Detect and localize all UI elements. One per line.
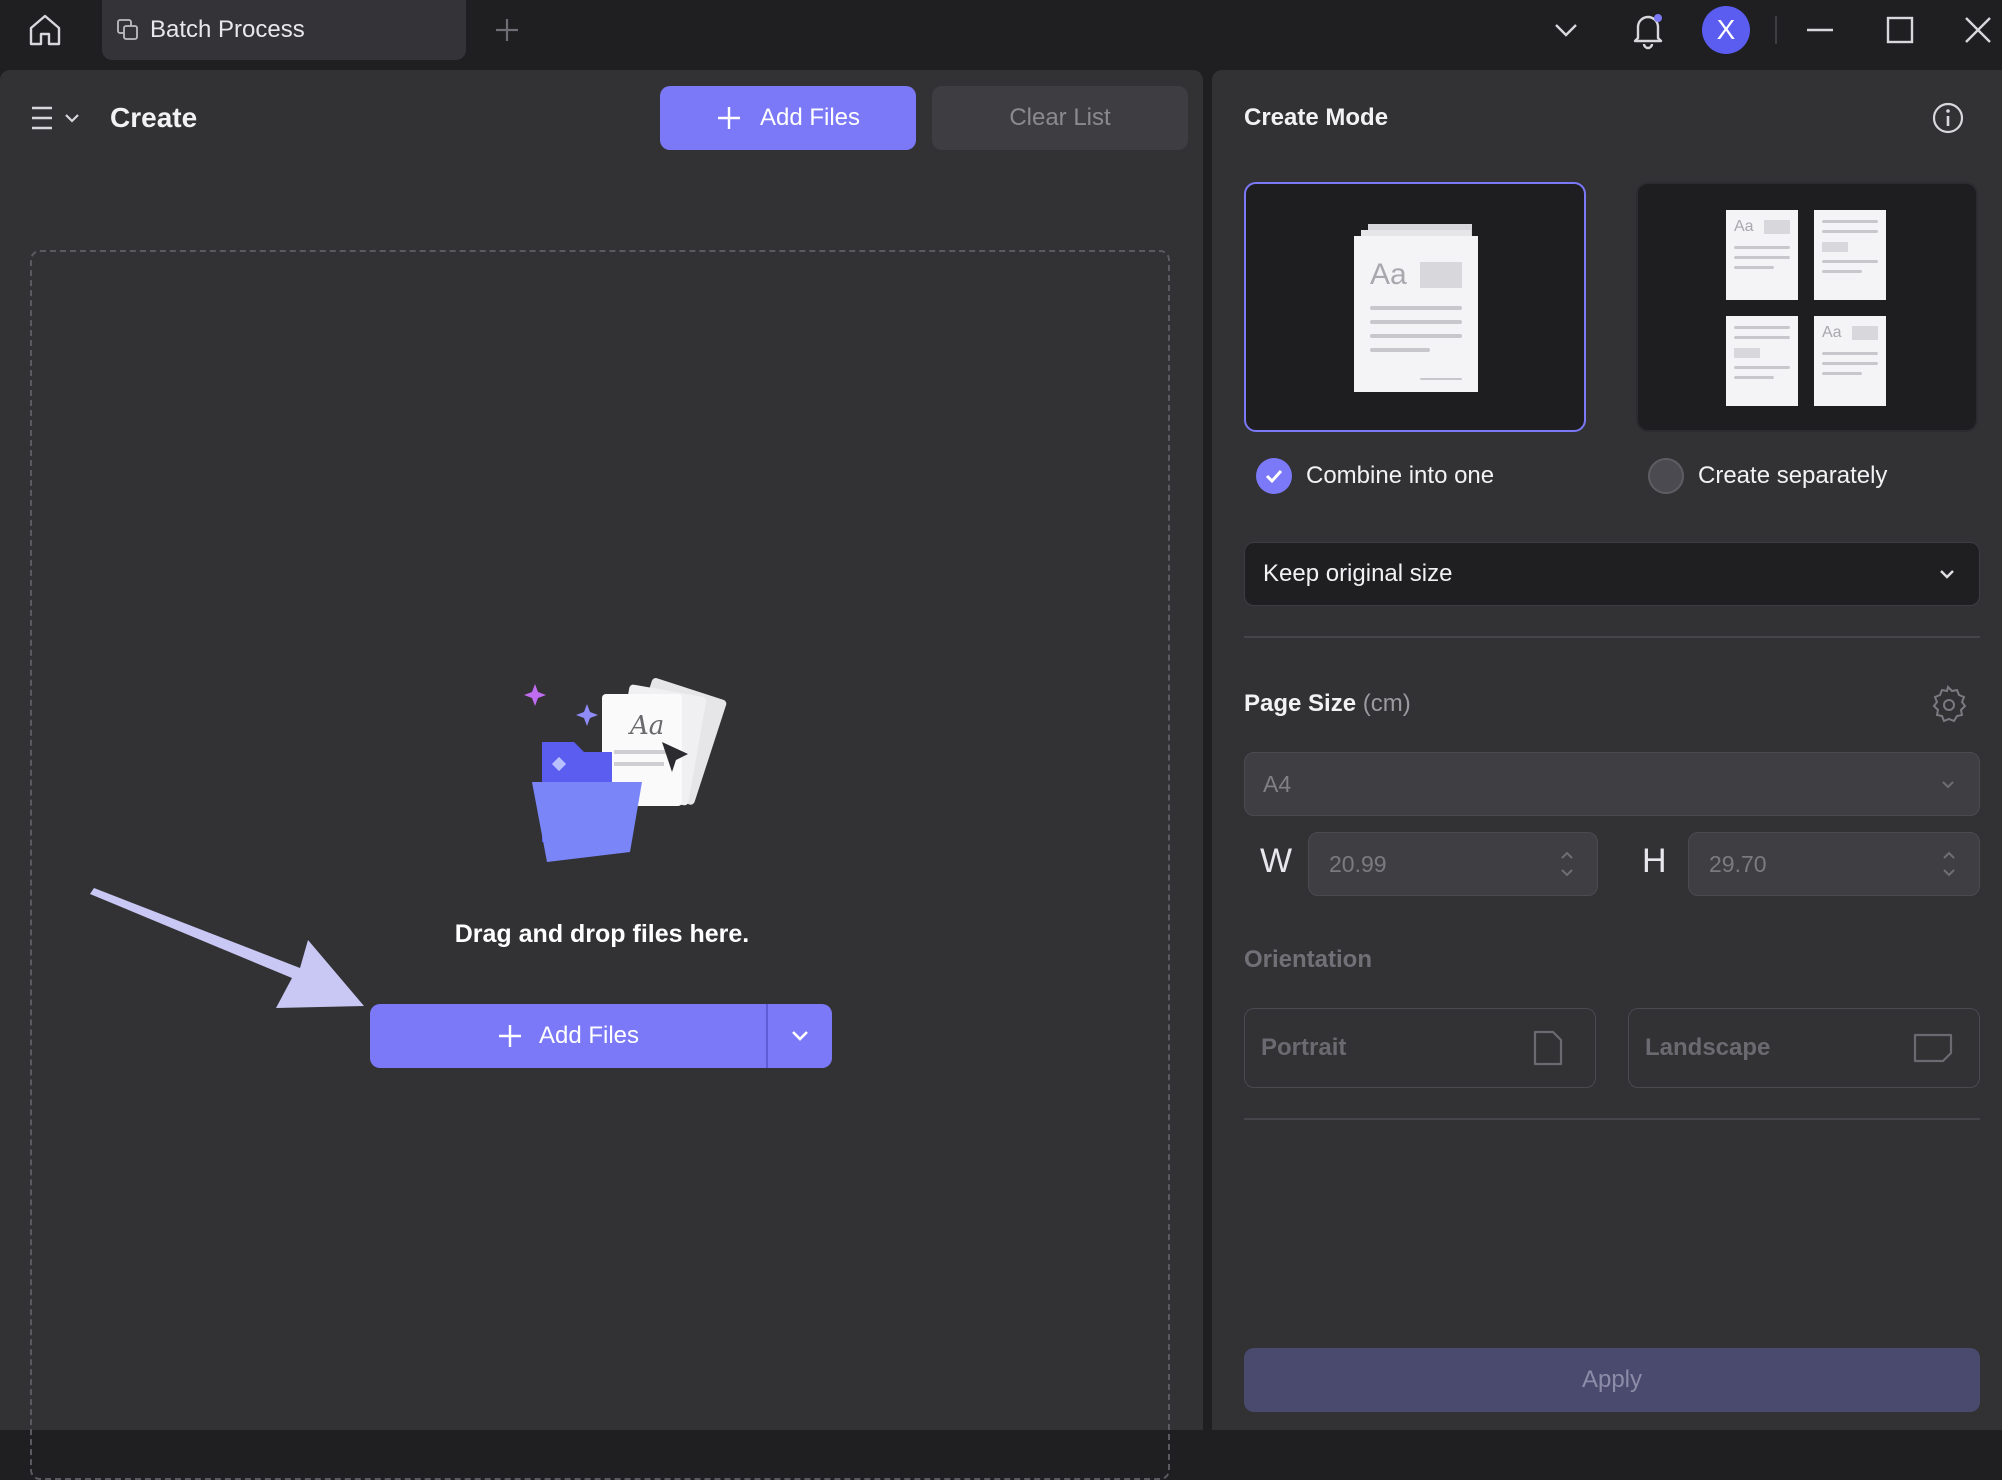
page-size-unit: (cm): [1362, 690, 1411, 717]
maximize-icon[interactable]: [1880, 12, 1920, 48]
height-input[interactable]: 29.70: [1688, 832, 1980, 896]
combine-radio[interactable]: Combine into one: [1256, 458, 1494, 494]
divider: [1244, 1118, 1980, 1120]
svg-text:Aa: Aa: [628, 711, 664, 741]
folder-files-illustration: Aa: [502, 672, 752, 872]
plus-icon: [716, 105, 742, 131]
create-mode-panel: Create Mode Aa Aa Aa Combine into one Cr…: [1212, 70, 2002, 1430]
tab-label: Batch Process: [150, 16, 305, 43]
avatar[interactable]: X: [1702, 6, 1750, 54]
combined-document-icon: Aa: [1354, 224, 1478, 392]
chevron-down-icon[interactable]: [1548, 12, 1584, 48]
create-mode-title: Create Mode: [1244, 104, 1389, 131]
radio-circle-icon: [1648, 458, 1684, 494]
separate-mode-card[interactable]: Aa Aa: [1636, 182, 1978, 432]
divider: [1244, 636, 1980, 638]
orientation-title: Orientation: [1244, 946, 1373, 973]
minimize-icon[interactable]: [1800, 12, 1840, 48]
landscape-label: Landscape: [1645, 1034, 1771, 1061]
arrow-pointer-illustration: [82, 882, 402, 1022]
chevron-down-icon: [788, 1024, 812, 1048]
landscape-button[interactable]: Landscape: [1628, 1008, 1980, 1088]
stepper-icon[interactable]: [1941, 847, 1957, 881]
title-bar: Batch Process X: [0, 0, 2002, 62]
titlebar-divider: [1775, 16, 1777, 44]
portrait-page-icon: [1531, 1028, 1565, 1068]
page-size-select[interactable]: A4: [1244, 752, 1980, 816]
landscape-page-icon: [1911, 1031, 1955, 1065]
separate-documents-icon: Aa Aa: [1726, 210, 1890, 410]
add-files-dropdown-button[interactable]: [768, 1004, 832, 1068]
file-list-panel: Create Add Files Clear List Aa Drag and …: [0, 70, 1203, 1480]
info-icon[interactable]: [1928, 98, 1968, 138]
clear-list-button[interactable]: Clear List: [932, 86, 1188, 150]
portrait-button[interactable]: Portrait: [1244, 1008, 1596, 1088]
plus-icon: [497, 1023, 523, 1049]
bell-icon[interactable]: [1628, 8, 1668, 52]
checkmark-icon: [1256, 458, 1292, 494]
stepper-icon[interactable]: [1559, 847, 1575, 881]
page-size-title: Page Size (cm): [1244, 690, 1411, 717]
separate-radio-label: Create separately: [1698, 462, 1888, 489]
combine-mode-card[interactable]: Aa: [1244, 182, 1586, 432]
height-label: H: [1642, 842, 1667, 880]
gear-icon[interactable]: [1926, 682, 1970, 726]
panel-title: Create: [110, 102, 198, 133]
add-files-button[interactable]: Add Files: [660, 86, 916, 150]
height-value: 29.70: [1709, 850, 1767, 877]
close-icon[interactable]: [1958, 12, 1998, 48]
combine-radio-label: Combine into one: [1306, 462, 1495, 489]
menu-icon[interactable]: [28, 100, 84, 136]
width-input[interactable]: 20.99: [1308, 832, 1598, 896]
new-tab-plus-icon[interactable]: [490, 12, 524, 48]
batch-icon: [116, 18, 140, 42]
portrait-label: Portrait: [1261, 1034, 1347, 1061]
size-mode-value: Keep original size: [1263, 560, 1453, 587]
tab-batch-process[interactable]: Batch Process: [102, 0, 466, 60]
apply-button[interactable]: Apply: [1244, 1348, 1980, 1412]
size-mode-select[interactable]: Keep original size: [1244, 542, 1980, 606]
width-value: 20.99: [1329, 850, 1387, 877]
add-files-label: Add Files: [759, 104, 861, 131]
page-size-value: A4: [1263, 770, 1292, 797]
home-icon[interactable]: [22, 10, 68, 50]
separate-radio[interactable]: Create separately: [1648, 458, 1887, 494]
chevron-down-icon: [1939, 775, 1957, 793]
drop-zone[interactable]: Aa Drag and drop files here. Add Files: [30, 250, 1170, 1480]
dropzone-add-files-button[interactable]: Add Files: [370, 1004, 766, 1068]
dropzone-add-files-label: Add Files: [538, 1022, 640, 1049]
chevron-down-icon: [1937, 564, 1957, 584]
width-label: W: [1260, 842, 1293, 880]
